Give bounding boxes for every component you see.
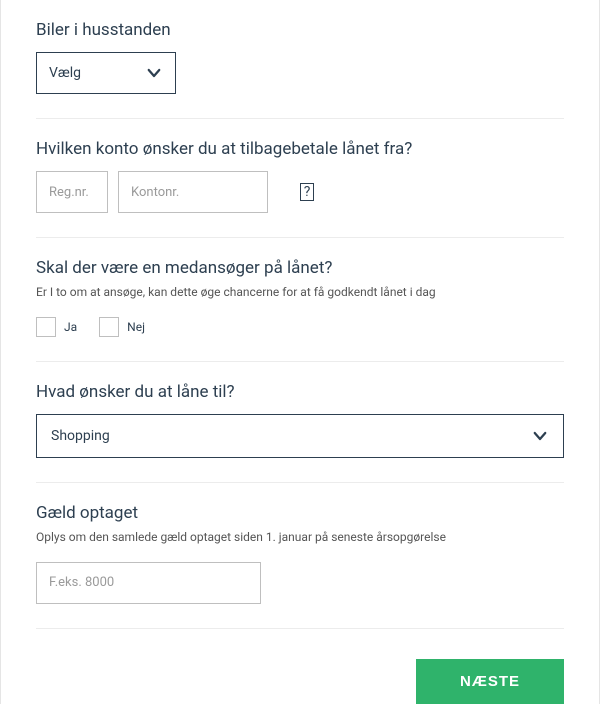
section-cars: Biler i husstanden Vælg — [36, 0, 564, 119]
cars-title: Biler i husstanden — [36, 20, 564, 40]
coapplicant-options: Ja Nej — [36, 317, 564, 337]
purpose-title: Hvad ønsker du at låne til? — [36, 382, 564, 402]
cars-select[interactable]: Vælg — [36, 52, 176, 94]
account-input-row: ? — [36, 171, 564, 213]
section-purpose: Hvad ønsker du at låne til? Shopping — [36, 362, 564, 483]
section-debt: Gæld optaget Oplys om den samlede gæld o… — [36, 483, 564, 629]
coapplicant-no-checkbox[interactable] — [99, 317, 119, 337]
chevron-down-icon — [145, 64, 163, 82]
cars-select-value: Vælg — [49, 65, 81, 81]
form-container: Biler i husstanden Vælg Hvilken konto øn… — [0, 0, 600, 704]
section-coapplicant: Skal der være en medansøger på lånet? Er… — [36, 238, 564, 362]
next-button[interactable]: NÆSTE — [416, 659, 564, 704]
coapplicant-yes-checkbox[interactable] — [36, 317, 56, 337]
account-number-input[interactable] — [118, 171, 268, 213]
info-icon[interactable]: ? — [300, 183, 314, 201]
debt-input[interactable] — [36, 562, 261, 604]
debt-helper: Oplys om den samlede gæld optaget siden … — [36, 529, 564, 546]
purpose-select[interactable]: Shopping — [36, 414, 564, 458]
coapplicant-helper: Er I to om at ansøge, kan dette øge chan… — [36, 284, 564, 301]
purpose-select-value: Shopping — [51, 428, 110, 444]
section-account: Hvilken konto ønsker du at tilbagebetale… — [36, 119, 564, 238]
coapplicant-title: Skal der være en medansøger på lånet? — [36, 258, 564, 278]
account-title: Hvilken konto ønsker du at tilbagebetale… — [36, 139, 564, 159]
coapplicant-yes-label: Ja — [64, 320, 77, 334]
debt-title: Gæld optaget — [36, 503, 564, 523]
reg-number-input[interactable] — [36, 171, 108, 213]
chevron-down-icon — [531, 427, 549, 445]
coapplicant-no-label: Nej — [127, 320, 145, 334]
form-footer: NÆSTE — [36, 629, 564, 704]
